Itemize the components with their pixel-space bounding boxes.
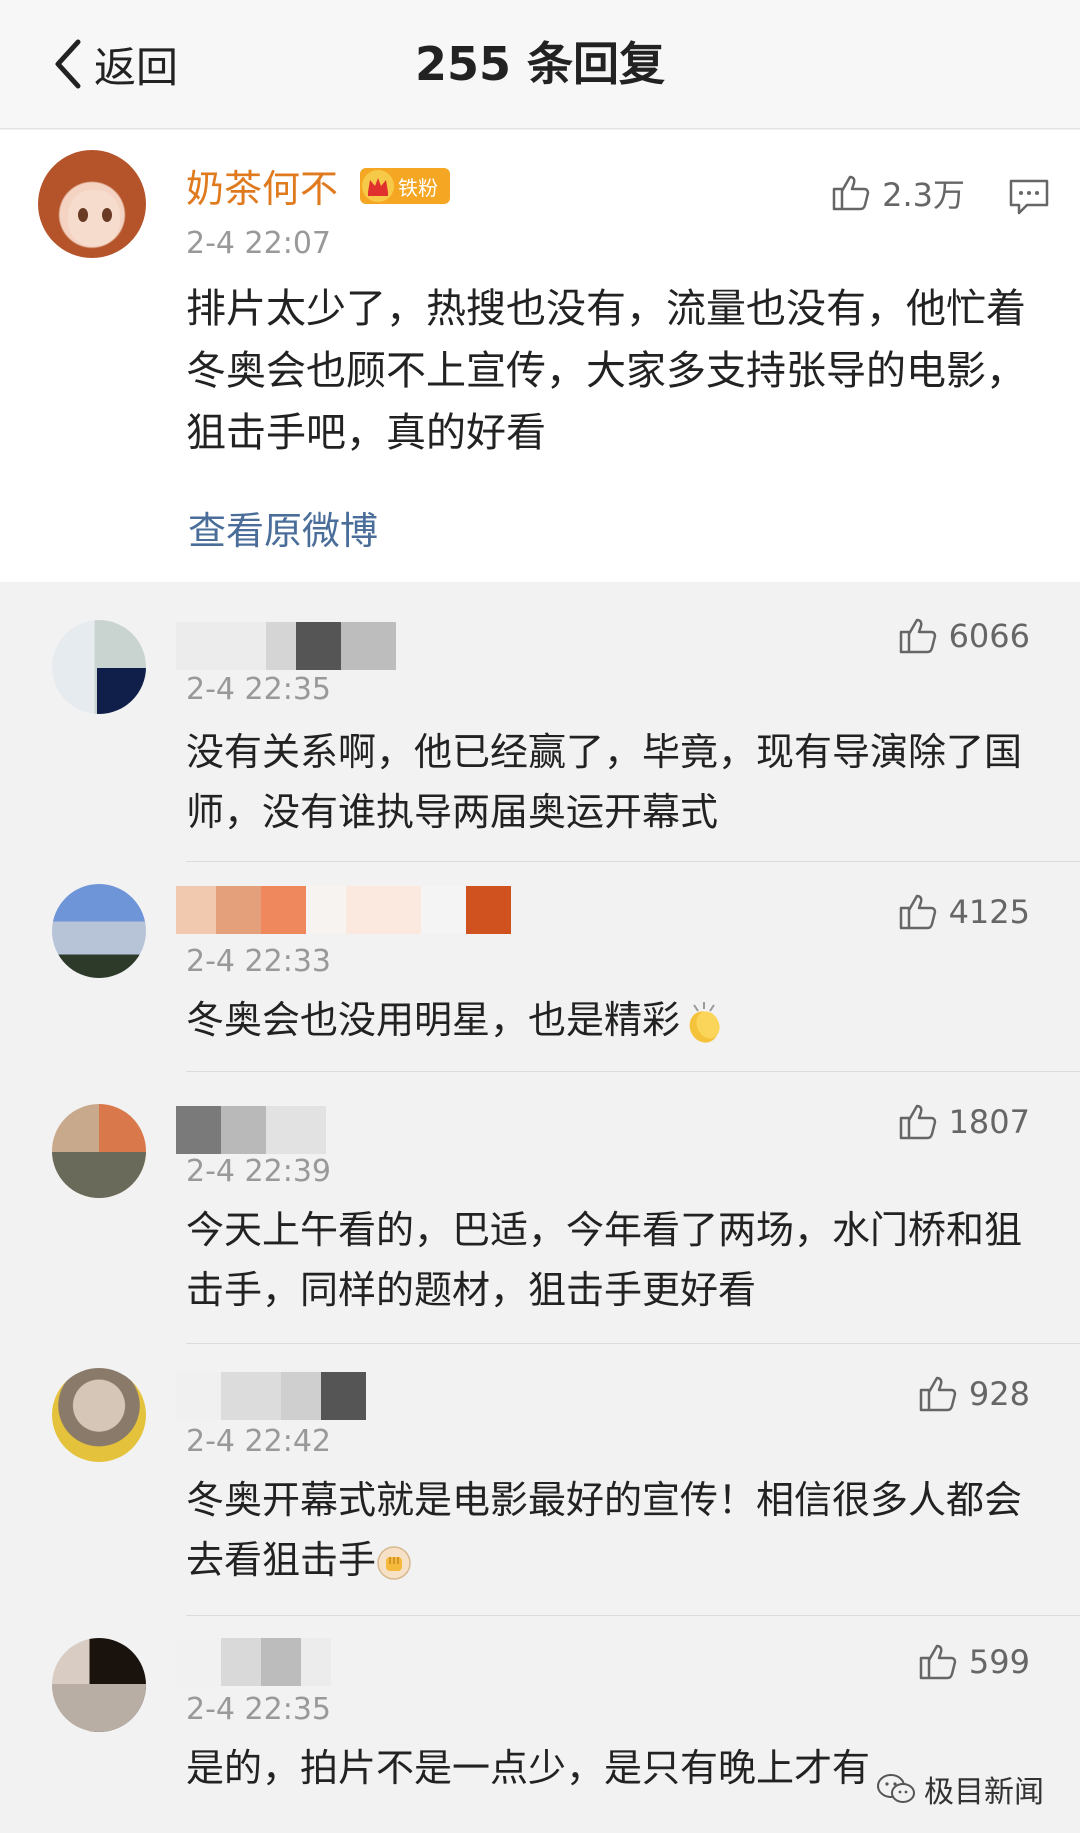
reply-item: 1807 2-4 22:39 今天上午看的，巴适，今年看了两场，水门桥和狙击手，… — [0, 1072, 1080, 1344]
like-button[interactable]: 599 — [915, 1640, 1030, 1684]
avatar[interactable] — [38, 150, 146, 258]
avatar[interactable] — [52, 1368, 146, 1462]
reply-text: 没有关系啊，他已经赢了，毕竟，现有导演除了国师，没有谁执导两届奥运开幕式 — [186, 730, 1023, 834]
like-count: 6066 — [948, 617, 1030, 655]
like-button[interactable]: 928 — [915, 1372, 1030, 1416]
reply-text-content: 冬奥会也没用明星，也是精彩 — [186, 998, 681, 1042]
timestamp: 2-4 22:07 — [186, 226, 331, 261]
timestamp: 2-4 22:39 — [186, 1154, 331, 1189]
like-button[interactable]: 2.3万 — [828, 170, 965, 216]
like-count: 928 — [968, 1375, 1030, 1413]
timestamp: 2-4 22:35 — [186, 1692, 331, 1727]
blurred-user-name — [176, 1638, 331, 1686]
clap-emoji — [689, 1001, 720, 1043]
like-count: 4125 — [948, 893, 1030, 931]
like-count: 2.3万 — [882, 176, 965, 214]
like-button[interactable]: 6066 — [895, 614, 1030, 658]
reply-item: 6066 2-4 22:35 没有关系啊，他已经赢了，毕竟，现有导演除了国师，没… — [0, 582, 1080, 862]
like-count: 1807 — [948, 1103, 1030, 1141]
page-title: 255 条回复 — [414, 37, 666, 91]
thumb-up-icon — [919, 1644, 957, 1680]
timestamp: 2-4 22:35 — [186, 672, 331, 707]
reply-text: 冬奥开幕式就是电影最好的宣传！相信很多人都会去看狙击手 — [186, 1470, 1046, 1590]
comment-text: 排片太少了，热搜也没有，流量也没有，他忙着冬奥会也顾不上宣传，大家多支持张导的电… — [186, 286, 1026, 456]
reply-text: 冬奥会也没用明星，也是精彩 — [186, 990, 1046, 1050]
watermark: 极目新闻 — [876, 1767, 1044, 1811]
avatar[interactable] — [52, 620, 146, 714]
avatar[interactable] — [52, 884, 146, 978]
blurred-user-name — [176, 622, 396, 670]
fan-badge: 铁粉 — [360, 168, 450, 204]
thumb-up-icon — [899, 1104, 936, 1140]
timestamp: 2-4 22:42 — [186, 1424, 331, 1459]
like-button[interactable]: 4125 — [895, 890, 1030, 934]
reply-item: 928 2-4 22:42 冬奥开幕式就是电影最好的宣传！相信很多人都会去看狙击… — [0, 1344, 1080, 1616]
thumb-up-icon — [899, 618, 936, 654]
reply-item: 4125 2-4 22:33 冬奥会也没用明星，也是精彩 — [0, 862, 1080, 1072]
crown-icon — [362, 170, 394, 202]
blurred-user-name — [176, 1106, 326, 1154]
comment-icon[interactable] — [1008, 178, 1050, 216]
reply-text: 今天上午看的，巴适，今年看了两场，水门桥和狙击手，同样的题材，狙击手更好看 — [186, 1208, 1023, 1312]
fist-emoji — [377, 1545, 411, 1580]
blurred-user-name — [176, 1372, 366, 1420]
thumb-up-icon — [919, 1376, 957, 1412]
reply-text-content: 冬奥开幕式就是电影最好的宣传！相信很多人都会去看狙击手 — [186, 1478, 1023, 1582]
like-count: 599 — [968, 1643, 1030, 1681]
timestamp: 2-4 22:33 — [186, 944, 331, 979]
watermark-text: 极目新闻 — [924, 1775, 1044, 1810]
blurred-user-name — [176, 886, 511, 934]
avatar[interactable] — [52, 1104, 146, 1198]
avatar[interactable] — [52, 1638, 146, 1732]
user-name[interactable]: 奶茶何不 — [186, 158, 338, 213]
fan-badge-label: 铁粉 — [398, 175, 438, 200]
nav-bar: 返回 255 条回复 — [0, 0, 1080, 129]
thumb-up-icon — [832, 175, 870, 211]
like-button[interactable]: 1807 — [895, 1100, 1030, 1144]
thumb-up-icon — [899, 894, 936, 930]
watermark-logo-icon — [877, 1774, 915, 1803]
view-original-link[interactable]: 查看原微博 — [188, 500, 378, 555]
main-comment: 奶茶何不 铁粉 2.3万 2-4 22:07 排片太少了，热搜也没有，流量也没有… — [0, 130, 1080, 582]
